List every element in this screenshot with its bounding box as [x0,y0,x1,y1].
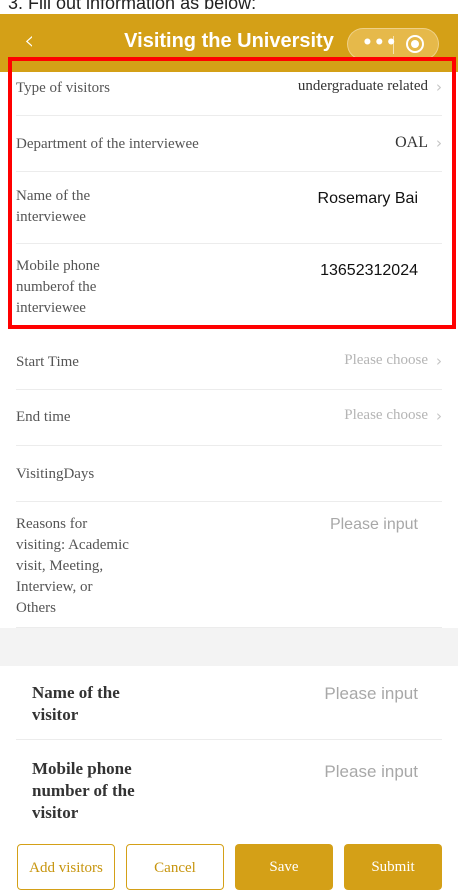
visitor-name-input[interactable]: Please input [324,684,418,704]
end-time-row[interactable]: End time Please choose › [0,390,458,446]
instruction-caption: 3. Fill out information as below: [8,0,257,10]
section-gap [0,628,458,666]
add-visitors-button[interactable]: Add visitors [17,844,115,890]
highlight-box [8,57,456,329]
visitor-phone-row[interactable]: Mobile phone number of the visitor Pleas… [0,740,458,836]
visitor-phone-label-2: number of the [32,781,135,800]
start-time-picker[interactable]: Please choose [344,352,428,369]
reasons-row[interactable]: Reasons for visiting: Academic visit, Me… [0,502,458,628]
reasons-label-1: Reasons for [16,516,88,532]
cancel-button[interactable]: Cancel [126,844,224,890]
visitor-name-row[interactable]: Name of the visitor Please input [0,666,458,740]
reasons-label-5: Others [16,600,56,616]
submit-button[interactable]: Submit [344,844,442,890]
visitor-phone-label-3: visitor [32,803,79,822]
reasons-label-2: visiting: Academic [16,537,129,553]
visitor-phone-input[interactable]: Please input [324,762,418,782]
reasons-input[interactable]: Please input [330,516,418,534]
visiting-days-label: VisitingDays [16,466,95,482]
visitor-name-label-2: visitor [32,705,79,724]
close-target-icon[interactable] [406,35,424,53]
start-time-label: Start Time [16,354,79,370]
visitor-phone-label-1: Mobile phone [32,759,132,778]
chevron-right-icon: › [436,407,442,425]
capsule-divider [393,36,394,54]
save-button[interactable]: Save [235,844,333,890]
end-time-label: End time [16,409,71,425]
end-time-picker[interactable]: Please choose [344,407,428,424]
reasons-label-3: visit, Meeting, [16,558,104,574]
chevron-right-icon: › [436,352,442,370]
visitor-name-label-1: Name of the [32,683,120,702]
mini-program-capsule: ••• [347,28,439,60]
reasons-label-4: Interview, or [16,579,93,595]
start-time-row[interactable]: Start Time Please choose › [0,334,458,390]
visiting-days-row[interactable]: VisitingDays [0,446,458,502]
